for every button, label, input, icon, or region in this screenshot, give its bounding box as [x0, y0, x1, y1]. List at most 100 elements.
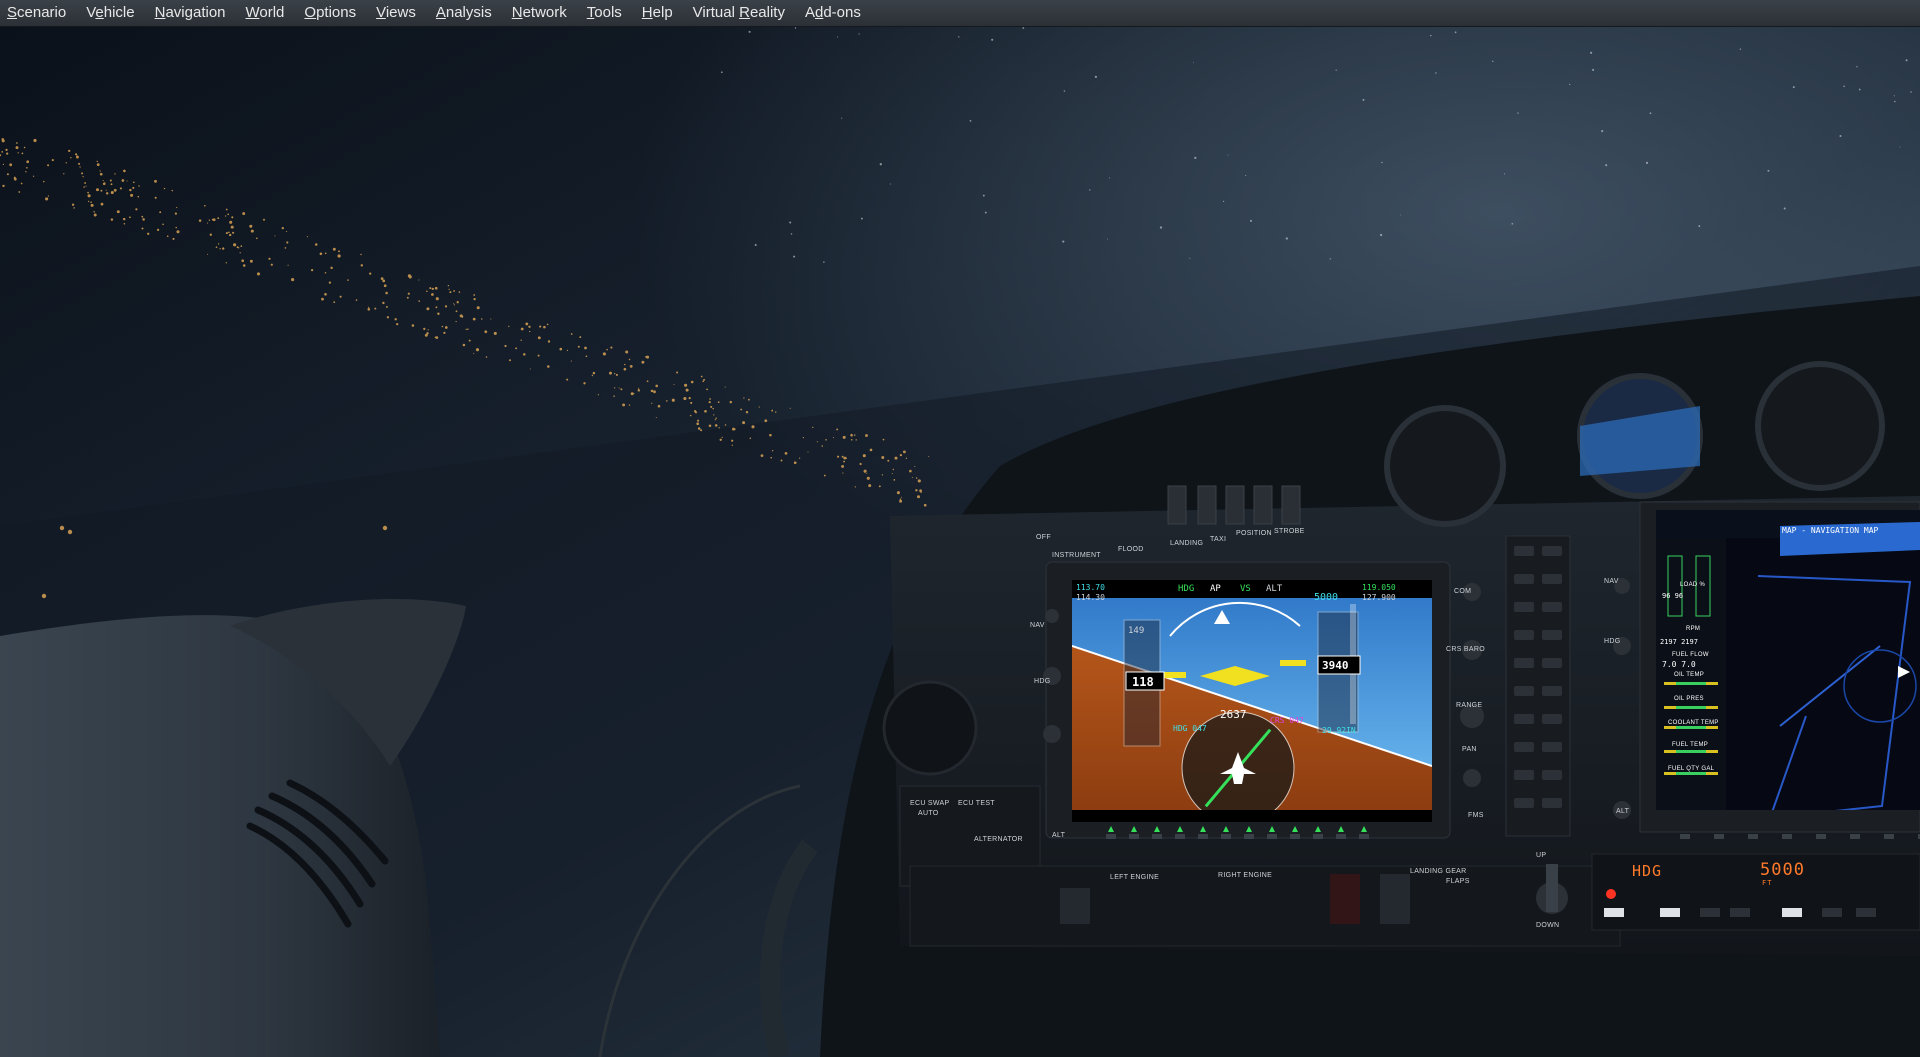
menu-analysis[interactable]: Analysis [426, 0, 502, 26]
keypad-key[interactable] [1514, 574, 1534, 584]
city-light [147, 232, 150, 235]
city-light [242, 212, 246, 216]
autopilot-key[interactable] [1660, 908, 1680, 917]
menu-navigation[interactable]: Navigation [145, 0, 236, 26]
keypad-key[interactable] [1542, 602, 1562, 612]
city-light [17, 152, 19, 154]
pfd-screen [1072, 580, 1432, 822]
keypad-key[interactable] [1542, 630, 1562, 640]
city-light [83, 186, 85, 188]
menu-tools[interactable]: Tools [577, 0, 632, 26]
autopilot-key[interactable] [1856, 908, 1876, 917]
city-light [697, 419, 700, 422]
keypad-key[interactable] [1514, 770, 1534, 780]
panel-label: AUTO [918, 810, 939, 817]
flight-view[interactable]: OFF INSTRUMENT FLOOD LANDING TAXI POSITION STR… [0, 26, 1920, 1057]
menu-views[interactable]: Views [366, 0, 426, 26]
panel-label: LANDING GEAR [1410, 868, 1467, 875]
keypad-key[interactable] [1542, 574, 1562, 584]
autopilot-key[interactable] [1730, 908, 1750, 917]
panel-label: FUEL TEMP [1672, 742, 1709, 748]
light-switch[interactable] [1197, 485, 1217, 525]
keypad-key[interactable] [1514, 714, 1534, 724]
menu-add-ons[interactable]: Add-ons [795, 0, 871, 26]
city-light [915, 489, 918, 492]
pfd-softkey[interactable] [1221, 834, 1231, 839]
keypad-key[interactable] [1514, 686, 1534, 696]
star [1792, 86, 1795, 89]
keypad-key[interactable] [1542, 770, 1562, 780]
keypad-key[interactable] [1542, 742, 1562, 752]
city-light [448, 288, 450, 291]
keypad-key[interactable] [1514, 630, 1534, 640]
pfd-softkey[interactable] [1152, 834, 1162, 839]
city-light [769, 433, 772, 437]
city-light [47, 195, 50, 197]
panel-label: COM [1454, 588, 1472, 595]
menu-world[interactable]: World [236, 0, 295, 26]
city-light [866, 473, 868, 474]
menu-vehicle[interactable]: Vehicle [76, 0, 144, 26]
keypad-key[interactable] [1542, 658, 1562, 668]
star [793, 255, 796, 258]
menu-network[interactable]: Network [502, 0, 577, 26]
menu-options[interactable]: Options [294, 0, 366, 26]
menu-scenario[interactable]: Scenario [0, 0, 76, 26]
pfd-softkey[interactable] [1198, 834, 1208, 839]
city-light [175, 226, 177, 229]
city-light [5, 148, 8, 152]
pfd-softkey[interactable] [1336, 834, 1346, 839]
menu-virtual-reality[interactable]: Virtual Reality [683, 0, 795, 26]
autopilot-key[interactable] [1822, 908, 1842, 917]
light-switch[interactable] [1281, 485, 1301, 525]
city-light [330, 266, 333, 270]
mfd-softkey[interactable] [1714, 834, 1724, 839]
keypad-key[interactable] [1542, 714, 1562, 724]
autopilot-key[interactable] [1782, 908, 1802, 917]
star [879, 163, 882, 166]
keypad-key[interactable] [1542, 798, 1562, 808]
mfd-softkey[interactable] [1748, 834, 1758, 839]
city-light [641, 360, 645, 364]
mfd-softkey[interactable] [1782, 834, 1792, 839]
ap-mode: HDG [1178, 584, 1195, 594]
star [1843, 85, 1845, 88]
keypad-key[interactable] [1514, 546, 1534, 556]
star [720, 71, 723, 74]
autopilot-key[interactable] [1604, 908, 1624, 917]
pfd-softkey[interactable] [1290, 834, 1300, 839]
pfd-softkey[interactable] [1106, 834, 1116, 839]
city-light [697, 427, 701, 430]
city-light [841, 464, 845, 468]
star [1094, 75, 1098, 79]
pfd-softkey[interactable] [1175, 834, 1185, 839]
pfd-softkey[interactable] [1359, 834, 1369, 839]
star [1089, 189, 1091, 191]
menu-help[interactable]: Help [632, 0, 683, 26]
keypad-key[interactable] [1542, 686, 1562, 696]
pfd-softkey[interactable] [1244, 834, 1254, 839]
light-switch[interactable] [1225, 485, 1245, 525]
mfd-softkey[interactable] [1680, 834, 1690, 839]
city-light [291, 278, 295, 282]
keypad-key[interactable] [1514, 602, 1534, 612]
city-light [394, 318, 397, 321]
switch-label: OFF [1036, 534, 1051, 541]
pfd-softkey[interactable] [1129, 834, 1139, 839]
city-light [93, 213, 97, 217]
light-switch[interactable] [1167, 485, 1187, 525]
autopilot-key[interactable] [1700, 908, 1720, 917]
mfd-softkey[interactable] [1850, 834, 1860, 839]
city-light [274, 235, 276, 237]
city-light [742, 421, 746, 425]
keypad-key[interactable] [1542, 546, 1562, 556]
keypad-key[interactable] [1514, 658, 1534, 668]
city-light [915, 477, 918, 479]
light-switch[interactable] [1253, 485, 1273, 525]
keypad-key[interactable] [1514, 742, 1534, 752]
mfd-softkey[interactable] [1816, 834, 1826, 839]
keypad-key[interactable] [1514, 798, 1534, 808]
mfd-softkey[interactable] [1884, 834, 1894, 839]
pfd-softkey[interactable] [1267, 834, 1277, 839]
pfd-softkey[interactable] [1313, 834, 1323, 839]
